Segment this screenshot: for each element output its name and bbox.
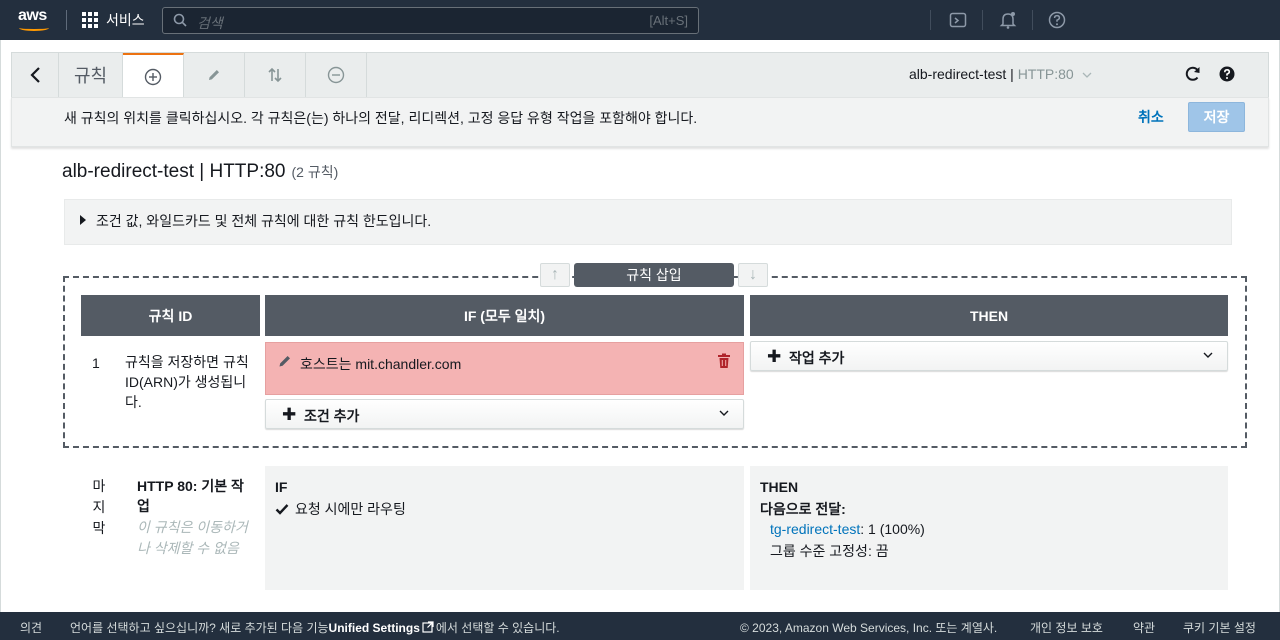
page-title: alb-redirect-test | HTTP:80 (2 규칙) bbox=[62, 161, 338, 183]
move-up-button[interactable]: ↑ bbox=[540, 263, 570, 287]
back-button[interactable] bbox=[12, 53, 59, 97]
aws-logo[interactable]: aws bbox=[18, 7, 52, 33]
add-action-button[interactable]: ✚ 작업 추가 bbox=[750, 341, 1228, 371]
language-suffix: 에서 선택할 수 있습니다. bbox=[435, 621, 560, 635]
terms-link[interactable]: 약관 bbox=[1133, 619, 1155, 636]
default-if-panel: IF 요청 시에만 라우팅 bbox=[265, 466, 744, 590]
add-action-label: 작업 추가 bbox=[789, 350, 845, 366]
cancel-button[interactable]: 취소 bbox=[1138, 107, 1164, 127]
add-rule-tab[interactable] bbox=[123, 53, 184, 98]
stickiness-text: 그룹 수준 고정성: 끔 bbox=[770, 543, 889, 559]
chevron-down-icon bbox=[1082, 72, 1092, 78]
target-group-link[interactable]: tg-redirect-test bbox=[770, 521, 860, 537]
column-header-if: IF (모두 일치) bbox=[265, 295, 744, 336]
move-down-button[interactable]: ↓ bbox=[738, 263, 768, 287]
rule-count: (2 규칙) bbox=[291, 164, 339, 180]
reorder-rules-tab[interactable] bbox=[245, 53, 306, 97]
page-title-text: alb-redirect-test | HTTP:80 bbox=[62, 161, 286, 182]
rule-number: 1 bbox=[92, 355, 100, 371]
target-group-weight: : 1 (100%) bbox=[860, 521, 925, 537]
chevron-left-icon bbox=[30, 67, 40, 83]
instruction-banner: 새 규칙의 위치를 클릭하십시오. 각 규칙은(는) 하나의 전달, 리디렉션,… bbox=[11, 97, 1269, 147]
bell-icon[interactable] bbox=[998, 10, 1018, 30]
save-button[interactable]: 저장 bbox=[1188, 102, 1245, 132]
search-placeholder: 검색 bbox=[197, 15, 223, 31]
chevron-down-icon bbox=[1203, 352, 1213, 358]
services-menu-button[interactable]: 서비스 bbox=[82, 10, 145, 30]
column-header-then: THEN bbox=[750, 295, 1228, 336]
add-condition-button[interactable]: ✚ 조건 추가 bbox=[265, 399, 744, 429]
minus-circle-icon bbox=[327, 66, 345, 84]
nav-divider bbox=[66, 10, 67, 30]
listener-selector[interactable]: alb-redirect-test | HTTP:80 bbox=[909, 66, 1092, 82]
load-balancer-name: alb-redirect-test bbox=[909, 66, 1007, 82]
condition-text: 호스트는 mit.chandler.com bbox=[300, 356, 462, 372]
rule-limits-text: 조건 값, 와일드카드 및 전체 규칙에 대한 규칙 한도입니다. bbox=[96, 213, 432, 229]
checkmark-icon bbox=[275, 504, 289, 515]
then-header: THEN bbox=[760, 479, 799, 495]
trash-icon[interactable] bbox=[717, 353, 731, 369]
privacy-link[interactable]: 개인 정보 보호 bbox=[1030, 619, 1103, 636]
pencil-icon[interactable] bbox=[278, 354, 292, 368]
cookie-preferences-link[interactable]: 쿠키 기본 설정 bbox=[1183, 619, 1256, 636]
help-icon[interactable] bbox=[1218, 64, 1236, 84]
footer: 의견 언어를 선택하고 싶으십니까? 새로 추가된 다음 기능Unified S… bbox=[0, 612, 1280, 640]
search-icon bbox=[173, 13, 187, 27]
search-input[interactable]: 검색 [Alt+S] bbox=[162, 7, 699, 34]
edit-rule-tab[interactable] bbox=[184, 53, 245, 97]
forward-to-label: 다음으로 전달: bbox=[760, 501, 846, 517]
caret-right-icon bbox=[80, 215, 86, 225]
delete-rule-tab[interactable] bbox=[306, 53, 367, 97]
nav-divider bbox=[982, 10, 983, 30]
default-then-panel: THEN 다음으로 전달: tg-redirect-test: 1 (100%)… bbox=[750, 466, 1228, 590]
external-link-icon bbox=[422, 621, 434, 633]
chevron-down-icon bbox=[719, 410, 729, 416]
unified-settings-link[interactable]: Unified Settings bbox=[329, 621, 420, 635]
plus-icon: ✚ bbox=[767, 347, 782, 366]
add-condition-label: 조건 추가 bbox=[304, 408, 360, 424]
context-separator: | bbox=[1006, 66, 1018, 82]
grid-icon bbox=[82, 12, 98, 28]
language-prefix: 언어를 선택하고 싶으십니까? 새로 추가된 다음 기능 bbox=[70, 621, 329, 635]
insert-rule-label: 규칙 삽입 bbox=[574, 263, 734, 287]
if-header: IF bbox=[275, 479, 288, 495]
default-rule-title: HTTP 80: 기본 작업 bbox=[137, 478, 244, 514]
search-shortcut: [Alt+S] bbox=[649, 13, 688, 28]
plus-icon: ✚ bbox=[282, 405, 297, 424]
listener-name: HTTP:80 bbox=[1017, 66, 1074, 82]
refresh-icon[interactable] bbox=[1184, 64, 1202, 84]
feedback-link[interactable]: 의견 bbox=[20, 619, 42, 636]
language-notice: 언어를 선택하고 싶으십니까? 새로 추가된 다음 기능Unified Sett… bbox=[70, 619, 560, 636]
top-navigation: aws 서비스 검색 [Alt+S] bbox=[0, 0, 1280, 40]
if-condition-text: 요청 시에만 라우팅 bbox=[295, 501, 406, 517]
condition-card[interactable]: 호스트는 mit.chandler.com bbox=[265, 342, 744, 395]
plus-circle-icon bbox=[144, 68, 162, 85]
cloudshell-icon[interactable] bbox=[948, 10, 968, 30]
copyright-text: © 2023, Amazon Web Services, Inc. 또는 계열사… bbox=[740, 621, 998, 635]
default-rule-note: 이 규칙은 이동하거나 삭제할 수 없음 bbox=[137, 519, 248, 556]
aws-logo-text: aws bbox=[18, 7, 47, 24]
aws-smile-icon bbox=[19, 25, 49, 31]
services-label: 서비스 bbox=[106, 12, 145, 28]
arrow-up-icon: ↑ bbox=[551, 266, 559, 283]
if-condition-item: 요청 시에만 라우팅 bbox=[275, 499, 406, 519]
nav-divider bbox=[1032, 10, 1033, 30]
help-circle-icon[interactable] bbox=[1047, 10, 1067, 30]
column-header-rule-id: 규칙 ID bbox=[81, 295, 260, 336]
arrow-down-icon: ↓ bbox=[749, 266, 757, 283]
rules-toolbar: 규칙 alb-redirect-test | HTTP:80 bbox=[11, 52, 1269, 98]
nav-divider bbox=[930, 10, 931, 30]
reorder-arrows-icon bbox=[268, 67, 282, 83]
last-rule-label: 마지막 bbox=[92, 478, 106, 536]
pencil-icon bbox=[209, 70, 219, 80]
target-group-entry: tg-redirect-test: 1 (100%) bbox=[770, 521, 925, 537]
toolbar-title: 규칙 bbox=[59, 53, 123, 97]
instruction-text: 새 규칙의 위치를 클릭하십시오. 각 규칙은(는) 하나의 전달, 리디렉션,… bbox=[64, 110, 698, 126]
rule-id-note: 규칙을 저장하면 규칙 ID(ARN)가 생성됩니다. bbox=[125, 354, 249, 410]
rule-limits-expander[interactable]: 조건 값, 와일드카드 및 전체 규칙에 대한 규칙 한도입니다. bbox=[64, 199, 1232, 245]
